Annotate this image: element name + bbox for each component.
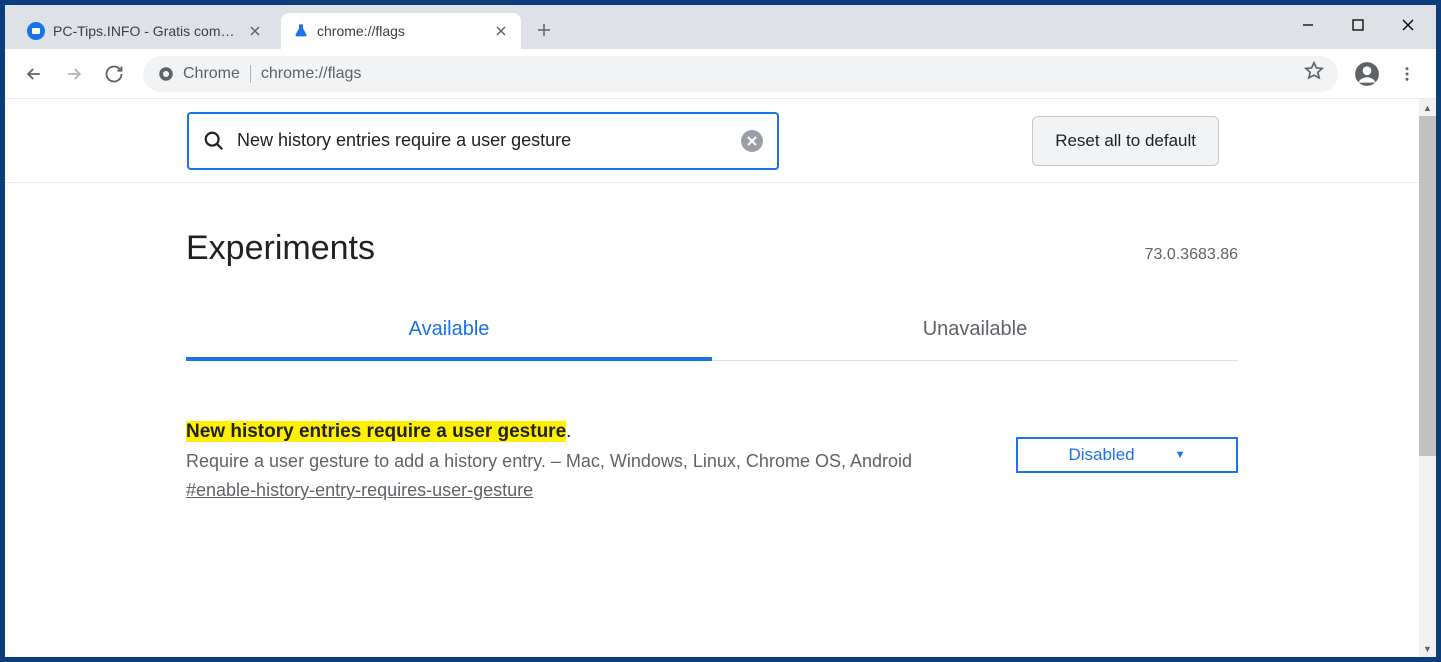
scroll-down-button[interactable]: ▼ bbox=[1419, 640, 1436, 657]
flask-icon bbox=[293, 23, 309, 39]
tab-pc-tips[interactable]: PC-Tips.INFO - Gratis computer t bbox=[15, 13, 275, 49]
window-minimize-button[interactable] bbox=[1286, 9, 1330, 41]
window-maximize-button[interactable] bbox=[1336, 9, 1380, 41]
tab-unavailable[interactable]: Unavailable bbox=[712, 318, 1238, 360]
back-button[interactable] bbox=[17, 57, 51, 91]
tab-title: PC-Tips.INFO - Gratis computer t bbox=[53, 23, 239, 39]
reload-button[interactable] bbox=[97, 57, 131, 91]
flag-search-input[interactable] bbox=[237, 130, 729, 151]
divider bbox=[250, 65, 251, 83]
tab-title: chrome://flags bbox=[317, 23, 485, 39]
search-row: Reset all to default bbox=[5, 99, 1419, 183]
tab-available[interactable]: Available bbox=[186, 318, 712, 361]
reset-all-button[interactable]: Reset all to default bbox=[1032, 116, 1219, 166]
window-close-button[interactable] bbox=[1386, 9, 1430, 41]
flag-title-highlight: New history entries require a user gestu… bbox=[186, 421, 566, 442]
flag-state-dropdown[interactable]: Disabled ▼ bbox=[1016, 437, 1238, 473]
flag-anchor-link[interactable]: #enable-history-entry-requires-user-gest… bbox=[186, 480, 533, 501]
kebab-menu-button[interactable] bbox=[1390, 57, 1424, 91]
site-favicon-icon bbox=[27, 22, 45, 40]
flag-entry: New history entries require a user gestu… bbox=[186, 421, 1238, 501]
clear-search-button[interactable] bbox=[741, 130, 763, 152]
tab-flags[interactable]: chrome://flags bbox=[281, 13, 521, 49]
bookmark-star-icon[interactable] bbox=[1304, 61, 1324, 86]
profile-avatar-button[interactable] bbox=[1350, 57, 1384, 91]
chrome-icon bbox=[157, 65, 175, 83]
forward-button[interactable] bbox=[57, 57, 91, 91]
experiment-tabs: Available Unavailable bbox=[186, 318, 1238, 361]
chrome-chip: Chrome bbox=[157, 65, 240, 83]
browser-toolbar: Chrome chrome://flags bbox=[5, 49, 1436, 99]
chevron-down-icon: ▼ bbox=[1175, 449, 1186, 461]
flag-state-value: Disabled bbox=[1068, 445, 1134, 465]
chrome-version: 73.0.3683.86 bbox=[1145, 246, 1238, 264]
close-icon[interactable] bbox=[247, 23, 263, 39]
flag-title: New history entries require a user gestu… bbox=[186, 421, 976, 443]
close-icon[interactable] bbox=[493, 23, 509, 39]
page-title: Experiments bbox=[186, 229, 375, 268]
scrollbar[interactable]: ▲ ▼ bbox=[1419, 99, 1436, 657]
search-icon bbox=[203, 130, 225, 152]
new-tab-button[interactable] bbox=[529, 15, 559, 45]
tab-strip: PC-Tips.INFO - Gratis computer t chrome:… bbox=[5, 5, 1436, 49]
flag-search-box[interactable] bbox=[187, 112, 779, 170]
scroll-up-button[interactable]: ▲ bbox=[1419, 99, 1436, 116]
scrollbar-thumb[interactable] bbox=[1419, 116, 1436, 456]
address-bar[interactable]: Chrome chrome://flags bbox=[143, 56, 1338, 92]
chip-label: Chrome bbox=[183, 65, 240, 83]
flag-description: Require a user gesture to add a history … bbox=[186, 451, 976, 472]
url-text: chrome://flags bbox=[261, 65, 361, 83]
